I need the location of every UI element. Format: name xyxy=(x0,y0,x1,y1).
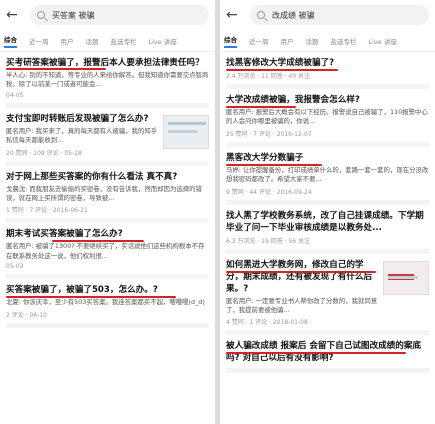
list-item[interactable]: 买考研答案被骗了，报警后本人要承担法律责任吗？ 半人心: 别的不知道，等专业的人… xyxy=(6,52,209,108)
tab-week[interactable]: 近一周 xyxy=(29,36,49,46)
tab-users[interactable]: 用户 xyxy=(61,36,74,46)
search-icon xyxy=(37,11,45,19)
item-title[interactable]: 如何黑进大学教务网，修改自己的学分，期末成绩，还有被发现了有什么后果。? xyxy=(226,259,378,295)
list-item[interactable]: 支付宝即时转账后发现被骗了怎么办? 匿名用户: 我买来了，真的每天都有人被骗，我… xyxy=(6,108,209,166)
highlight-underline xyxy=(226,106,296,108)
thumbnail-image xyxy=(163,114,209,149)
search-query: 买答案 被骗 xyxy=(52,10,95,20)
item-excerpt: 匿名用户: 报警后大概会有以下经历。报警说自己被骗了，110报警中心的人会问你哪… xyxy=(226,108,428,126)
list-item[interactable]: 大学改成绩被骗，我报警会怎么样? 匿名用户: 报警后大概会有以下经历。报警说自己… xyxy=(226,89,429,147)
tab-users[interactable]: 用户 xyxy=(281,36,294,46)
tab-topics[interactable]: 话题 xyxy=(86,36,99,46)
search-input[interactable]: 改成绩 被骗 xyxy=(250,5,429,25)
highlight-underline xyxy=(6,296,176,299)
list-item[interactable]: 期末考试买答案被骗了怎么办? 匿名用户: 被骗了1300? 不要继续买了，实话说… xyxy=(6,223,209,280)
tab-topics[interactable]: 话题 xyxy=(306,36,319,46)
item-meta: 04-05 xyxy=(6,91,24,99)
tab-live[interactable]: Live 讲座 xyxy=(369,36,397,46)
filter-tabs: 综合 近一周 用户 话题 盐选专栏 Live 讲座 xyxy=(220,30,435,52)
item-excerpt: 戈晨沈: 而我朋友去偷偷的买密卷，没有告诉我，然而却因为选择的错误，就在网上买所… xyxy=(6,184,202,203)
search-query: 改成绩 被骗 xyxy=(272,10,315,20)
result-list: 找黑客修改大学成绩被骗了? 2.4 万浏览 · 11 回答 · 40 关注 大学… xyxy=(220,52,435,374)
item-title[interactable]: 买答案被骗了，被骗了503，怎么办。? xyxy=(6,284,209,296)
item-meta: 05-03 xyxy=(6,263,24,271)
highlight-underline xyxy=(226,163,322,166)
tab-week[interactable]: 近一周 xyxy=(249,36,269,46)
result-list: 买考研答案被骗了，报警后本人要承担法律责任吗？ 半人心: 别的不知道，等专业的人… xyxy=(0,52,215,328)
item-title[interactable]: 大学改成绩被骗，我报警会怎么样? xyxy=(226,94,429,106)
item-excerpt: 匿名用户: 我买来了，真的每天都有人被骗，我的知乎私信每天都能收到... xyxy=(6,126,158,145)
item-title[interactable]: 支付宝即时转账后发现被骗了怎么办? xyxy=(6,113,158,125)
list-item[interactable]: 找黑客修改大学成绩被骗了? 2.4 万浏览 · 11 回答 · 40 关注 xyxy=(226,52,429,89)
tab-zonghe[interactable]: 综合 xyxy=(224,34,237,48)
arrow-left-icon[interactable]: ← xyxy=(6,8,22,22)
item-meta: 2 评论 · 06-10 xyxy=(6,311,47,319)
list-item[interactable]: 找人黑了学校教务系统，改了自己挂课成绩。下学期毕业了问一下毕业审核成绩是以教务处… xyxy=(226,205,429,254)
tab-columns[interactable]: 盐选专栏 xyxy=(111,36,137,46)
item-title[interactable]: 找人黑了学校教务系统，改了自己挂课成绩。下学期毕业了问一下毕业审核成绩是以教务处… xyxy=(226,210,429,234)
filter-tabs: 综合 近一周 用户 话题 盐选专栏 Live 讲座 xyxy=(0,30,215,52)
arrow-left-icon[interactable]: ← xyxy=(226,8,242,22)
highlight-underline xyxy=(226,270,376,273)
tab-columns[interactable]: 盐选专栏 xyxy=(331,36,357,46)
search-input[interactable]: 买答案 被骗 xyxy=(30,5,209,25)
item-meta: 1 赞同 · 7 评论 · 2016-06-21 xyxy=(6,207,88,215)
item-excerpt: 匿名用户: 一定要专业书人帮你改了分数的，我就同意了，我提前要被他骗... xyxy=(226,296,378,315)
item-meta: 2.4 万浏览 · 11 回答 · 40 关注 xyxy=(226,73,310,80)
search-header: ← 买答案 被骗 xyxy=(0,0,215,30)
item-title[interactable]: 对于网上那些买答案的你有什么看法 真不真? xyxy=(6,171,209,183)
list-item[interactable]: 对于网上那些买答案的你有什么看法 真不真? 戈晨沈: 而我朋友去偷偷的买密卷，没… xyxy=(6,166,209,224)
list-item[interactable]: 如何黑进大学教务网，修改自己的学分，期末成绩，还有被发现了有什么后果。? 匿名用… xyxy=(226,254,429,336)
list-item[interactable]: 买答案被骗了，被骗了503，怎么办。? 北夏: 你该庆幸，至少有503买答案。我… xyxy=(6,279,209,328)
search-header: ← 改成绩 被骗 xyxy=(220,0,435,30)
list-item[interactable]: 黑客改大学分数骗子 马婷: 让你提醒备份，打印成绩单什么的，套路一套一套的，现在… xyxy=(226,147,429,205)
item-title[interactable]: 期末考试买答案被骗了怎么办? xyxy=(6,228,209,240)
right-search-screen: ← 改成绩 被骗 综合 近一周 用户 话题 盐选专栏 Live 讲座 找黑客修改… xyxy=(220,0,435,424)
left-search-screen: ← 买答案 被骗 综合 近一周 用户 话题 盐选专栏 Live 讲座 买考研答案… xyxy=(0,0,215,424)
item-meta: 6.3 万浏览 · 19 回答 · 56 关注 xyxy=(226,237,310,245)
search-icon xyxy=(257,11,265,19)
tab-zonghe[interactable]: 综合 xyxy=(4,34,17,48)
item-meta: 25 赞同 · 7 评论 · 2016-12-07 xyxy=(226,130,312,138)
thumbnail-image xyxy=(383,260,429,295)
highlight-underline xyxy=(6,68,106,70)
highlight-underline xyxy=(226,69,338,71)
item-excerpt: 北夏: 你该庆幸，至少有503买答案。我连答案都买不起，嘤嘤嘤(d_d) xyxy=(6,298,205,307)
item-meta: 9 赞同 · 44 评论 · 2016-09-24 xyxy=(226,188,312,196)
item-title[interactable]: 黑客改大学分数骗子 xyxy=(226,152,429,164)
item-meta: 4 赞同 · 1 评论 · 2018-01-08 xyxy=(226,319,308,327)
list-item[interactable]: 被人骗改成绩 报案后 会留下自己试图改成绩的案底吗? 对自己以后有没有影响? xyxy=(226,335,429,374)
item-excerpt: 马婷: 让你提醒备份，打印成绩单什么的，套路一套一套的，现在分没改想我密码都改了… xyxy=(226,165,429,184)
item-meta: 20 赞同 · 109 评论 · 05-18 xyxy=(6,149,82,157)
item-excerpt: 匿名用户: 被骗了1300? 不要继续买了，实话说他们这些机构根本不存在联系教务… xyxy=(6,242,205,260)
tab-live[interactable]: Live 讲座 xyxy=(149,36,177,46)
item-title[interactable]: 找黑客修改大学成绩被骗了? xyxy=(226,57,429,69)
item-excerpt: 半人心: 别的不知道，等专业的人来给你解答。但我知道你需要交点智商税。除了以前某… xyxy=(6,71,209,89)
